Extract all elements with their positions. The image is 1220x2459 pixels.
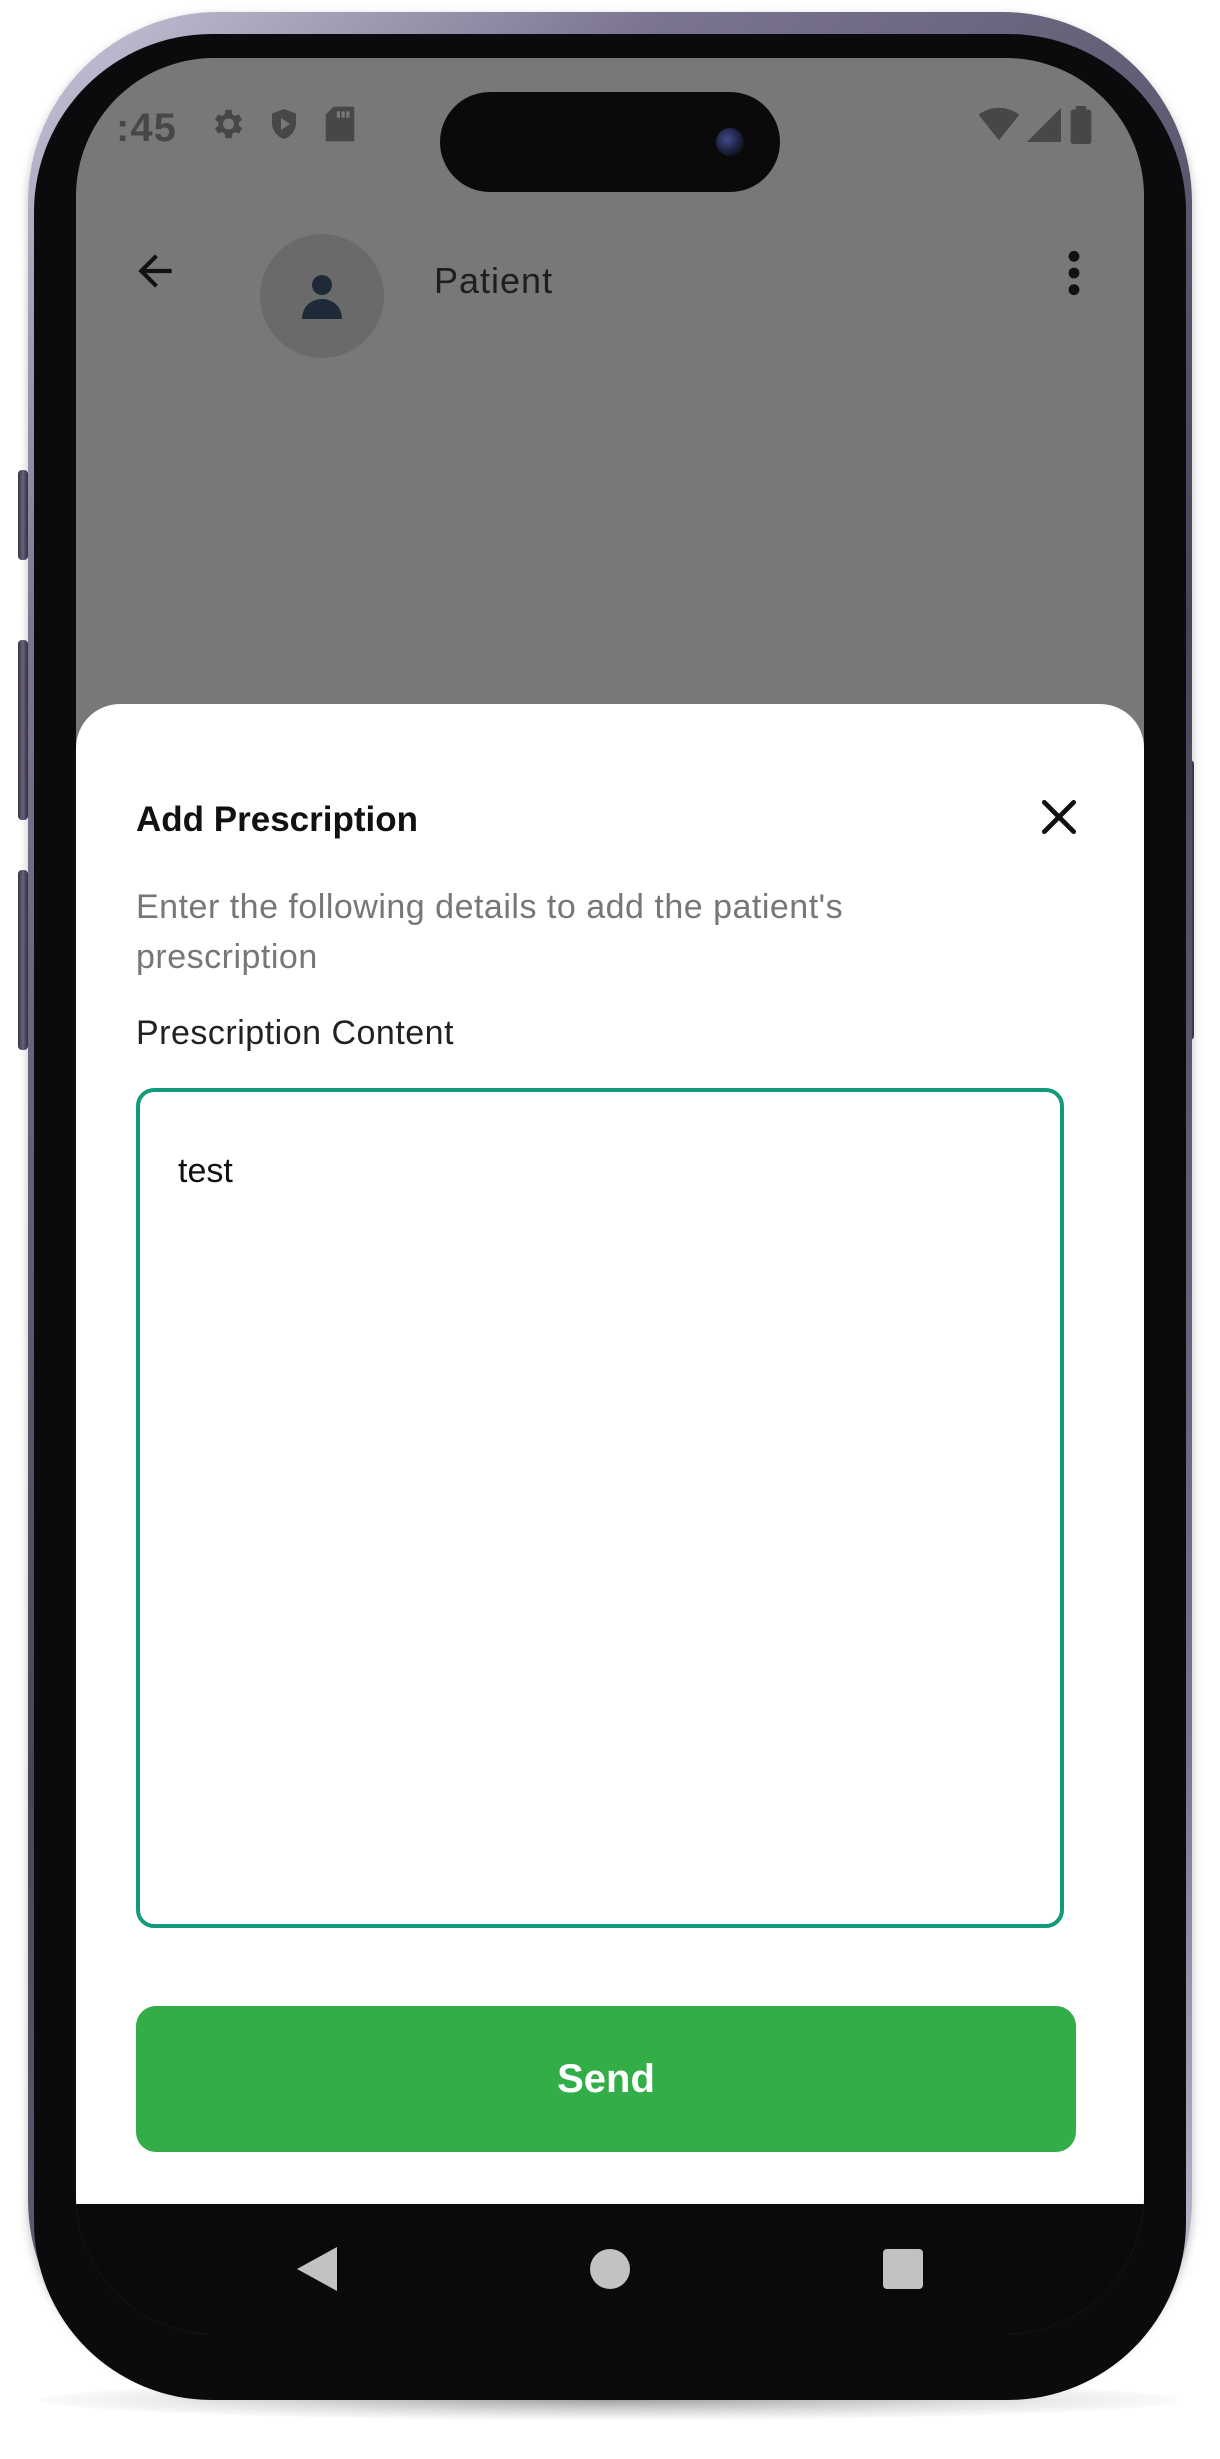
prescription-content-input[interactable]: test [136,1088,1064,1928]
close-icon [1041,799,1077,835]
send-button[interactable]: Send [136,2006,1076,2152]
more-options-button[interactable] [1044,238,1104,308]
nav-recents-button[interactable] [870,2236,936,2302]
back-triangle-icon [297,2247,337,2291]
back-button[interactable] [120,236,190,306]
device-screen: :45 Patient Add Prescription Enter the f… [76,58,1144,2334]
cell-signal-icon [1026,108,1062,147]
home-circle-icon [590,2249,630,2289]
prescription-content-value: test [178,1152,233,1190]
shield-play-icon [266,105,302,148]
nav-home-button[interactable] [577,2236,643,2302]
nav-back-button[interactable] [284,2236,350,2302]
wifi-icon [978,107,1020,147]
page-title: Patient [434,260,554,301]
volume-up-button [18,640,28,820]
avatar[interactable] [260,234,384,358]
person-icon [302,275,342,319]
prescription-content-label: Prescription Content [136,1014,455,1052]
sheet-description: Enter the following details to add the p… [136,888,844,976]
front-camera [716,128,744,156]
close-button[interactable] [1024,782,1094,852]
add-prescription-sheet: Add Prescription Enter the following det… [76,704,1144,2204]
status-time: :45 [116,106,177,150]
recents-square-icon [883,2249,923,2289]
arrow-left-icon [138,254,172,288]
battery-icon [1070,106,1092,149]
action-button [18,470,28,560]
status-bar: :45 [76,58,1144,192]
volume-down-button [18,870,28,1050]
app-bar: Patient [76,198,1144,358]
dynamic-island [440,92,780,192]
sd-card-icon [324,105,356,148]
gear-icon [208,105,246,148]
sheet-title: Add Prescription [136,800,418,839]
more-vertical-icon [1068,250,1080,296]
system-nav-bar [76,2204,1144,2334]
